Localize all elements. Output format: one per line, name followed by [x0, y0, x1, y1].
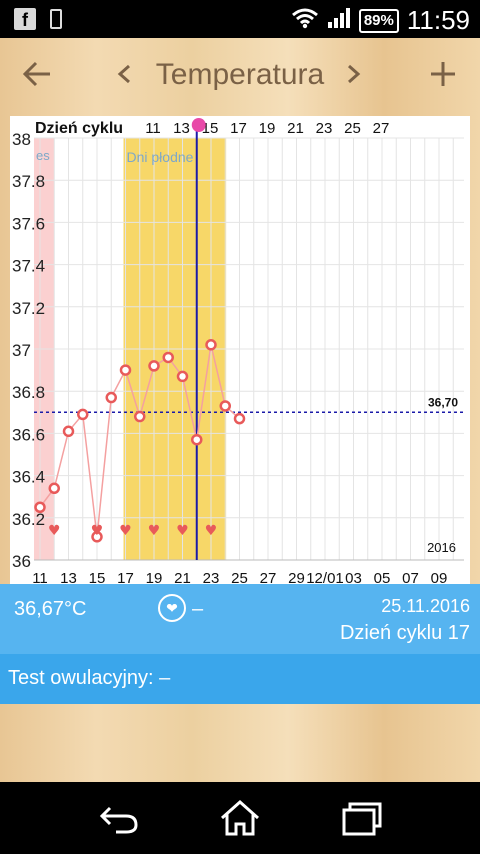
- coverline-label: 36,70: [428, 395, 458, 409]
- top-tick-label: 17: [230, 120, 247, 137]
- top-tick-label: 27: [373, 120, 390, 137]
- bottom-tick-label: 11: [32, 570, 48, 584]
- top-tick-label: 23: [316, 120, 333, 137]
- y-tick-label: 36.4: [12, 468, 45, 487]
- top-tick-label: 19: [259, 120, 276, 137]
- y-tick-label: 37.6: [12, 214, 45, 233]
- top-tick-label: 11: [145, 120, 161, 137]
- next-chevron-icon[interactable]: [346, 52, 362, 107]
- temperature-point: [162, 351, 174, 364]
- home-nav-icon[interactable]: [218, 798, 262, 838]
- heart-marker: ♥: [148, 523, 161, 539]
- day-info-bar[interactable]: 36,67°C ❤ – 25.11.2016 Dzień cyklu 17: [0, 584, 480, 654]
- bottom-tick-label: 17: [117, 570, 134, 584]
- toolbar: Temperatura: [0, 38, 480, 114]
- temperature-point: [77, 408, 89, 421]
- heart-marker: ♥: [91, 523, 104, 539]
- temperature-point: [134, 410, 146, 423]
- date-label: 25.11.2016: [381, 596, 470, 616]
- bottom-tick-label: 15: [89, 570, 106, 584]
- selected-day-marker: [191, 118, 206, 132]
- heart-icon: ❤: [158, 594, 186, 622]
- heart-marker: ♥: [205, 523, 218, 539]
- facebook-icon: f: [14, 8, 36, 30]
- temperature-point: [119, 364, 132, 376]
- bottom-tick-label: 19: [146, 570, 163, 584]
- y-tick-label: 36.6: [12, 425, 45, 444]
- year-label: 2016: [427, 540, 456, 555]
- intercourse-value: –: [192, 598, 204, 620]
- heart-marker: ♥: [176, 523, 189, 539]
- back-nav-icon[interactable]: [98, 798, 142, 838]
- temperature-point: [176, 370, 189, 383]
- y-tick-label: 37.8: [12, 172, 45, 191]
- temperature-point: [105, 391, 117, 404]
- wifi-icon: [291, 7, 319, 34]
- bottom-tick-label: 23: [203, 570, 220, 584]
- navigation-bar: [0, 782, 480, 854]
- bottom-tick-label: 09: [431, 570, 448, 584]
- clock: 11:59: [406, 5, 470, 35]
- signal-icon: [327, 7, 351, 34]
- page-title: Temperatura: [155, 58, 325, 91]
- temperature-point: [191, 433, 203, 446]
- battery-indicator: 89%: [358, 8, 399, 33]
- ovulation-test-bar[interactable]: Test owulacyjny: –: [0, 654, 480, 704]
- y-tick-label: 36: [12, 552, 31, 571]
- top-tick-label: 21: [287, 120, 304, 137]
- heart-marker: ♥: [48, 523, 61, 539]
- bottom-tick-label: 03: [345, 570, 362, 584]
- temperature-point: [148, 360, 160, 372]
- top-axis-label: Dzień cyklu: [35, 120, 123, 137]
- temperature-point: [219, 400, 231, 412]
- period-label: es: [36, 148, 50, 163]
- bottom-tick-label: 05: [374, 570, 391, 584]
- temperature-value: 36,67°C: [14, 598, 87, 620]
- temperature-point: [34, 501, 46, 513]
- y-tick-label: 36.8: [12, 383, 45, 402]
- y-tick-label: 37.2: [12, 299, 45, 318]
- fertile-label: Dni płodne: [127, 149, 194, 165]
- phone-icon: [50, 9, 62, 29]
- top-tick-label: 25: [344, 120, 361, 137]
- bottom-tick-label: 21: [174, 570, 191, 584]
- add-plus-icon[interactable]: [430, 52, 456, 107]
- temperature-point: [48, 482, 60, 495]
- y-tick-label: 37.4: [12, 257, 45, 276]
- temperature-chart[interactable]: 36 36.2 36.4 36.6 36.8 37 37.2 37.4 37.6 37.8 38 es…: [10, 116, 470, 587]
- chart-svg[interactable]: 3636.236.436.636.83737.237.437.637.838es…: [10, 116, 470, 587]
- cycle-day-label: Dzień cyklu 17: [339, 622, 470, 644]
- temperature-point: [233, 412, 246, 425]
- y-tick-label: 37: [12, 341, 31, 360]
- ovulation-test-label: Test owulacyjny: –: [8, 667, 171, 689]
- heart-marker: ♥: [119, 523, 132, 539]
- bottom-tick-label: 13: [60, 570, 77, 584]
- y-tick-label: 38: [12, 130, 31, 149]
- temperature-point: [62, 425, 75, 438]
- temperature-point: [205, 339, 217, 351]
- bottom-tick-label: 29: [288, 570, 305, 584]
- bottom-tick-label: 07: [402, 570, 419, 584]
- bottom-tick-label: 25: [231, 570, 248, 584]
- bottom-tick-label: 12/01: [306, 570, 344, 584]
- recent-apps-icon[interactable]: [340, 798, 384, 838]
- top-tick-label: 13: [173, 120, 190, 137]
- bottom-tick-label: 27: [260, 570, 277, 584]
- status-bar: f 89% 11:59: [0, 0, 480, 38]
